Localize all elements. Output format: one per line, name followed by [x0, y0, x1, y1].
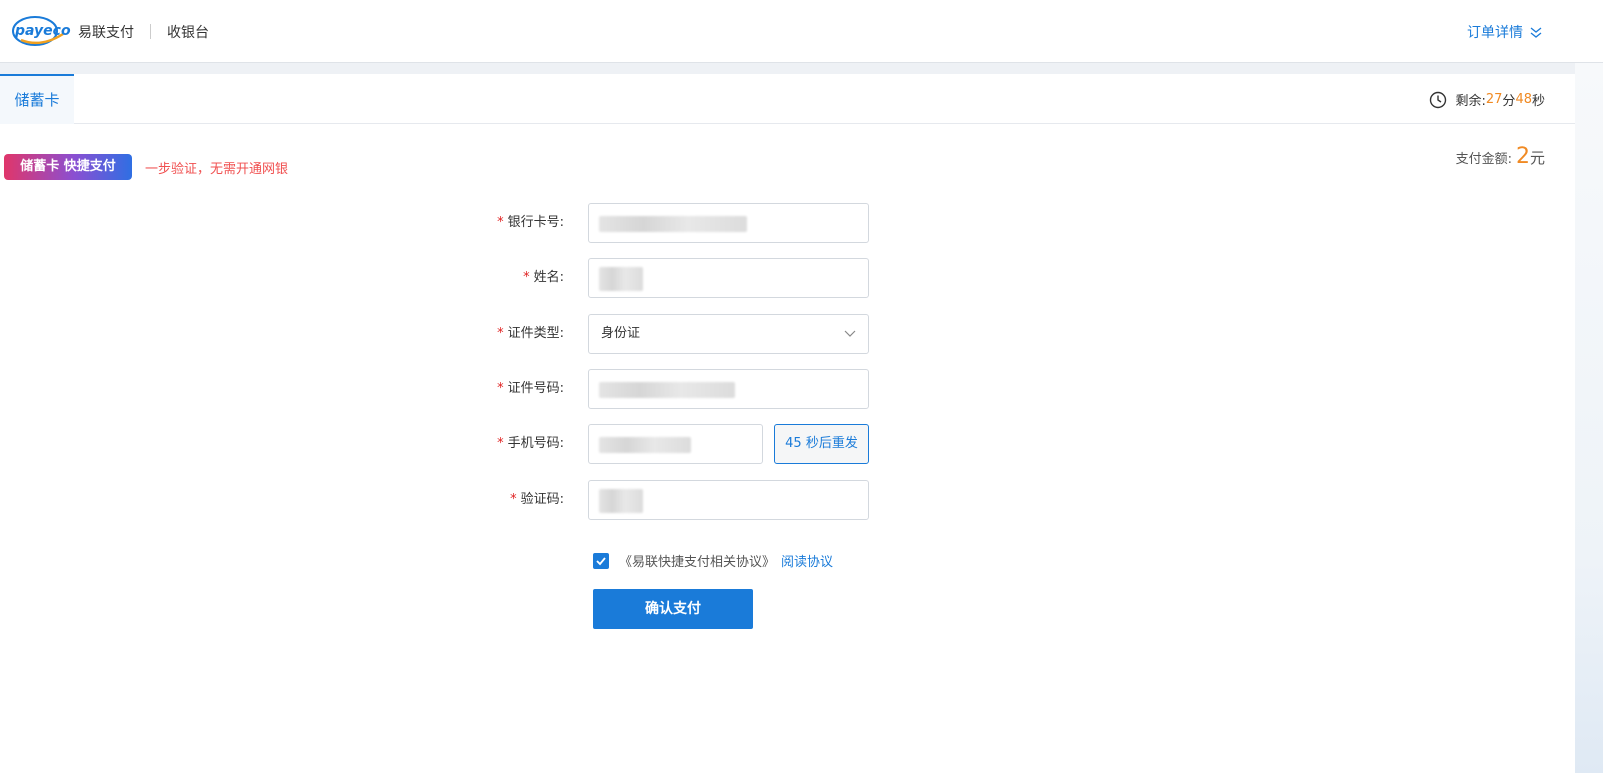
amount-label: 支付金额:: [1455, 152, 1512, 167]
quick-pay-badge: 储蓄卡 快捷支付: [4, 154, 132, 180]
cashier-title: 收银台: [167, 25, 209, 41]
payment-panel: 储蓄卡 剩余: 27 分 48 秒 储蓄卡 快捷支付 一步验证，无需开通网银 支…: [0, 74, 1575, 773]
promo-slogan: 一步验证，无需开通网银: [145, 162, 289, 177]
phone-label: * 手机号码:: [497, 436, 564, 451]
card-number-label: * 银行卡号:: [497, 215, 564, 230]
timer-minutes: 27: [1485, 92, 1503, 107]
timer-second-unit: 秒: [1531, 94, 1545, 109]
top-header: payeco 易联支付 收银台 订单详情: [0, 0, 1603, 63]
order-detail-label: 订单详情: [1467, 25, 1523, 41]
code-input[interactable]: [588, 480, 869, 520]
amount-unit: 元: [1529, 149, 1545, 167]
masked-card-number: [599, 216, 747, 232]
brand-name: 易联支付: [78, 25, 134, 41]
clock-icon: [1430, 91, 1447, 108]
tab-debit-card[interactable]: 储蓄卡: [0, 74, 74, 124]
masked-code: [599, 489, 643, 513]
agreement-checkbox[interactable]: [593, 552, 609, 569]
timer-prefix: 剩余:: [1455, 94, 1486, 109]
code-row: * 验证码:: [0, 480, 1575, 520]
confirm-payment-button[interactable]: 确认支付: [593, 589, 753, 629]
card-number-row: * 银行卡号:: [0, 203, 1575, 243]
timer-seconds: 48: [1515, 92, 1532, 107]
countdown-timer: 剩余: 27 分 48 秒: [1429, 90, 1545, 109]
id-type-select[interactable]: 身份证: [588, 314, 869, 354]
agreement-row: 《易联快捷支付相关协议》 阅读协议: [593, 551, 833, 570]
name-label: * 姓名:: [523, 270, 564, 285]
tab-bar: 储蓄卡 剩余: 27 分 48 秒: [0, 74, 1575, 124]
masked-id-number: [599, 382, 735, 398]
id-number-row: * 证件号码:: [0, 369, 1575, 409]
order-detail-toggle[interactable]: 订单详情: [1467, 22, 1543, 42]
phone-row: * 手机号码: 45 秒后重发: [0, 424, 1575, 464]
name-input[interactable]: [588, 258, 869, 298]
agreement-text: 《易联快捷支付相关协议》: [619, 555, 776, 570]
id-type-label: * 证件类型:: [497, 326, 564, 341]
code-label: * 验证码:: [510, 492, 564, 507]
id-number-input[interactable]: [588, 369, 869, 409]
chevron-down-icon: [844, 330, 856, 337]
masked-phone-number: [599, 437, 691, 453]
payeco-logo: payeco: [12, 16, 71, 46]
header-divider: [150, 24, 151, 39]
svg-text:payeco: payeco: [14, 23, 71, 39]
double-chevron-down-icon: [1530, 27, 1542, 38]
masked-name: [599, 267, 643, 291]
checkmark-icon: [596, 556, 606, 565]
payment-amount: 支付金额: 2 元: [1456, 144, 1545, 169]
read-agreement-link[interactable]: 阅读协议: [781, 551, 833, 570]
background-strip: [1575, 63, 1603, 773]
id-type-value: 身份证: [601, 326, 641, 341]
name-row: * 姓名:: [0, 258, 1575, 298]
card-number-input[interactable]: [588, 203, 869, 243]
id-type-row: * 证件类型: 身份证: [0, 314, 1575, 354]
resend-code-button[interactable]: 45 秒后重发: [774, 424, 869, 464]
phone-input[interactable]: [588, 424, 763, 464]
id-number-label: * 证件号码:: [497, 381, 564, 396]
amount-value: 2: [1515, 144, 1530, 169]
timer-minute-unit: 分: [1502, 94, 1516, 109]
